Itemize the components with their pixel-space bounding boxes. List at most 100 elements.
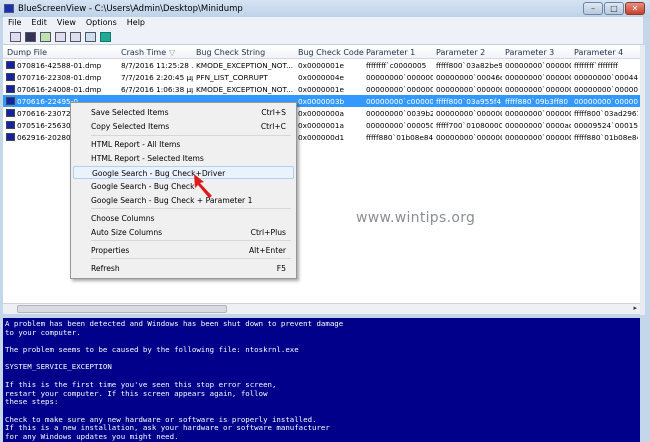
- cell-dump-file: 070616-24008-01.dmp: [17, 85, 102, 94]
- col-parameter-3[interactable]: Parameter 3: [505, 48, 554, 57]
- menu-item-properties[interactable]: Properties Alt+Enter: [73, 244, 294, 257]
- cell-parameter-2: 00000000`000000...: [436, 133, 502, 142]
- red-arrow-icon: [194, 174, 212, 198]
- cell-parameter-1: fffff880`01b08e84: [366, 133, 433, 142]
- col-crash-time[interactable]: Crash Time: [121, 48, 166, 57]
- menu-item-label: Refresh: [91, 264, 120, 273]
- bsod-line: SYSTEM_SERVICE_EXCEPTION: [5, 362, 112, 372]
- menu-separator: [91, 258, 291, 259]
- menu-item-shortcut: Alt+Enter: [248, 246, 286, 255]
- scroll-right-icon[interactable]: ▸: [633, 304, 637, 312]
- menu-item-html-report-all-items[interactable]: HTML Report - All Items: [73, 138, 294, 151]
- table-row[interactable]: 070616-24008-01.dmp 6/7/2016 1:06:38 μμ KM…: [3, 83, 640, 95]
- sort-indicator-icon: ▽: [169, 48, 176, 57]
- menu-item-google-search-bug-check[interactable]: Google Search - Bug Check: [73, 180, 294, 193]
- menu-item-shortcut: Ctrl+Plus: [250, 228, 286, 237]
- cell-parameter-4: fffff880`01b08e84: [574, 133, 638, 142]
- menu-item-label: Auto Size Columns: [91, 228, 163, 237]
- col-parameter-4[interactable]: Parameter 4: [574, 48, 623, 57]
- menu-item-save-selected-items[interactable]: Save Selected Items Ctrl+S: [73, 106, 294, 119]
- cell-bug-check-string: PFN_LIST_CORRUPT: [196, 73, 268, 82]
- menu-item-auto-size-columns[interactable]: Auto Size Columns Ctrl+Plus: [73, 226, 294, 239]
- cell-bug-check-code: 0x0000000a: [298, 109, 344, 118]
- cell-parameter-4: 00000000`00044ffe: [574, 73, 638, 82]
- menu-view[interactable]: View: [52, 17, 81, 28]
- table-row[interactable]: 070716-22308-01.dmp 7/7/2016 2:20:45 μμ PF…: [3, 71, 640, 83]
- menu-item-shortcut: Ctrl+C: [260, 122, 286, 131]
- cell-parameter-4: ffffffff`ffffffff: [574, 61, 618, 70]
- table-row[interactable]: 070816-42588-01.dmp 8/7/2016 11:25:28 ...…: [3, 59, 640, 71]
- bsod-line: for any Windows updates you might need.: [5, 431, 179, 441]
- cell-parameter-3: fffff880`09b3ff80: [505, 97, 569, 106]
- cell-parameter-3: 00000000`000000...: [505, 85, 571, 94]
- cell-parameter-3: 00000000`000000...: [505, 133, 571, 142]
- col-parameter-2[interactable]: Parameter 2: [436, 48, 485, 57]
- dump-file-icon: [6, 121, 15, 129]
- window-title: BlueScreenView - C:\Users\Admin\Desktop\…: [18, 4, 243, 14]
- cell-crash-time: 7/7/2016 2:20:45 μμ: [121, 73, 193, 82]
- cell-parameter-2: 00000000`000000...: [436, 85, 502, 94]
- save-icon[interactable]: [25, 32, 36, 42]
- menu-item-html-report-selected-items[interactable]: HTML Report - Selected Items: [73, 152, 294, 165]
- copy-icon[interactable]: [55, 32, 66, 42]
- col-bug-check-string[interactable]: Bug Check String: [196, 48, 265, 57]
- dump-file-icon: [6, 109, 15, 117]
- menu-item-shortcut: Ctrl+S: [261, 108, 286, 117]
- bsod-line: The problem seems to be caused by the fo…: [5, 345, 299, 355]
- cell-parameter-1: 00000000`0039b2...: [366, 109, 433, 118]
- bsod-line: these steps:: [5, 397, 59, 407]
- cell-parameter-1: 00000000`c00000...: [366, 97, 433, 106]
- cell-bug-check-code: 0x0000001a: [298, 121, 344, 130]
- properties-icon[interactable]: [10, 32, 21, 42]
- cell-parameter-2: 00000000`00046d7f: [436, 73, 502, 82]
- cell-parameter-4: fffff800`03ad2961: [574, 109, 638, 118]
- dump-file-icon: [6, 133, 15, 141]
- refresh-icon[interactable]: [40, 32, 51, 42]
- cell-parameter-4: 00000000`000000...: [574, 97, 638, 106]
- cell-parameter-1: ffffffff`c0000005: [366, 61, 427, 70]
- watermark: www.wintips.org: [356, 210, 476, 226]
- cell-parameter-2: fffff800`03a82be9: [436, 61, 502, 70]
- context-menu: Save Selected Items Ctrl+S Copy Selected I…: [70, 102, 297, 279]
- maximize-button[interactable]: □: [604, 2, 624, 15]
- cell-parameter-2: fffff800`03a955f4: [436, 97, 502, 106]
- cell-parameter-1: 00000000`000050...: [366, 121, 433, 130]
- menu-item-label: Choose Columns: [91, 214, 155, 223]
- menu-help[interactable]: Help: [122, 17, 150, 28]
- menu-bar: File Edit View Options Help: [3, 17, 643, 29]
- bsod-line: restart your computer. If this screen ap…: [5, 388, 268, 398]
- menu-item-label: Save Selected Items: [91, 108, 169, 117]
- close-button[interactable]: ✕: [625, 2, 645, 15]
- cell-bug-check-code: 0x0000001e: [298, 85, 344, 94]
- col-parameter-1[interactable]: Parameter 1: [366, 48, 415, 57]
- cell-bug-check-string: KMODE_EXCEPTION_NOT...: [196, 85, 294, 94]
- menu-item-choose-columns[interactable]: Choose Columns: [73, 212, 294, 225]
- cell-bug-check-code: 0x0000004e: [298, 73, 344, 82]
- menu-item-copy-selected-items[interactable]: Copy Selected Items Ctrl+C: [73, 120, 294, 133]
- cell-parameter-3: 00000000`000000...: [505, 109, 571, 118]
- menu-item-google-search-bug-check-parameter-1[interactable]: Google Search - Bug Check + Parameter 1: [73, 194, 294, 207]
- cell-parameter-4: 00009524`000153...: [574, 121, 638, 130]
- menu-item-label: Copy Selected Items: [91, 122, 170, 131]
- cell-parameter-1: 00000000`000000...: [366, 73, 433, 82]
- scroll-thumb[interactable]: [17, 305, 227, 313]
- menu-item-google-search-bug-check-driver[interactable]: Google Search - Bug Check+Driver: [73, 166, 294, 179]
- find-icon[interactable]: [85, 32, 96, 42]
- menu-item-label: HTML Report - Selected Items: [91, 154, 204, 163]
- menu-item-label: Google Search - Bug Check: [91, 182, 195, 191]
- cell-bug-check-code: 0x0000003b: [298, 97, 345, 106]
- menu-file[interactable]: File: [3, 17, 26, 28]
- exit-icon[interactable]: [100, 32, 111, 42]
- vertical-scrollbar[interactable]: [640, 45, 645, 315]
- cell-bug-check-string: KMODE_EXCEPTION_NOT...: [196, 61, 294, 70]
- col-bug-check-code[interactable]: Bug Check Code: [298, 48, 364, 57]
- menu-item-refresh[interactable]: Refresh F5: [73, 262, 294, 275]
- menu-options[interactable]: Options: [81, 17, 122, 28]
- minimize-button[interactable]: –: [583, 2, 603, 15]
- options-icon[interactable]: [70, 32, 81, 42]
- menu-edit[interactable]: Edit: [26, 17, 52, 28]
- menu-separator: [91, 208, 291, 209]
- col-dump-file[interactable]: Dump File: [7, 48, 47, 57]
- menu-item-label: Google Search - Bug Check + Parameter 1: [91, 196, 253, 205]
- horizontal-scrollbar[interactable]: ▸: [3, 303, 640, 314]
